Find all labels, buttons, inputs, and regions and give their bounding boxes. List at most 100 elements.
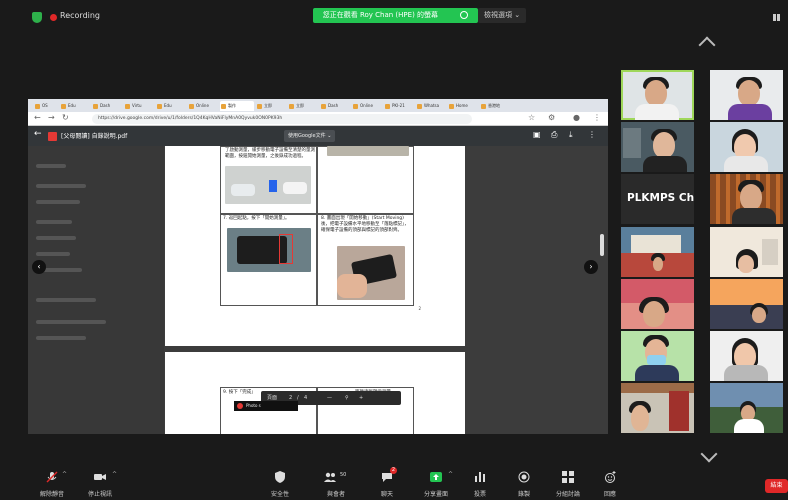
step-top-text: 了啟動測量，緩步移動電子設備至清楚的量測範圍，按鈕開始測量，之後錄成功過程。 [225,148,315,159]
browser-menu-icon[interactable]: ⋮ [593,113,601,122]
step-7-photo [227,228,311,272]
breakout-rooms-button[interactable]: 分組討論 [550,466,586,500]
reactions-button[interactable]: 回應 [596,466,624,500]
pdf-close-arrow-icon[interactable]: ← [34,129,42,139]
browser-tab[interactable]: Dash [92,101,122,111]
browser-tab-active[interactable]: 製作 [220,101,254,111]
participants-button[interactable]: 50 與會者 [316,466,356,500]
download-toast[interactable]: Photo s [234,401,298,411]
participant-video-tile[interactable] [710,383,783,433]
audio-options-caret-icon[interactable]: ^ [62,471,67,478]
participants-label: 與會者 [326,491,345,498]
pause-share-icon[interactable] [773,14,780,21]
video-options-caret-icon[interactable]: ^ [112,471,117,478]
share-options-caret-icon[interactable]: ^ [448,471,453,478]
browser-tab[interactable]: OS [34,101,58,111]
participants-icon [324,472,336,482]
url-field[interactable]: https://drive.google.com/drive/u/1/folde… [92,114,472,124]
drive-sidebar-dimmed [28,146,164,434]
stop-video-label: 停止視訊 [87,491,112,498]
participant-video-tile[interactable] [710,122,783,172]
participant-video-tile[interactable] [710,174,783,224]
collapse-gallery-chevron-up-icon[interactable] [698,36,716,54]
unmute-label: 解除靜音 [39,491,64,498]
meeting-controls-toolbar: ^ 解除靜音 ^ 停止視訊 安全性 50 與會者 2 聊天 ^ 分享畫面 投票 … [0,466,788,500]
step-8-photo [337,246,405,300]
zoom-meeting-window: Recording 您正在觀看 Roy Chan (HPE) 的螢幕 檢視選項 … [0,0,788,500]
zoom-magnifier-icon[interactable]: ⚲ [345,391,349,405]
browser-tab[interactable]: 香港地 [480,101,514,111]
security-button[interactable]: 安全性 [262,466,298,500]
reload-icon[interactable]: ↻ [62,113,69,122]
browser-tab[interactable]: 立即 [288,101,318,111]
recording-label: Recording [60,11,101,20]
breakout-rooms-icon [562,471,574,483]
open-with-button[interactable]: 使用Google文件 ⌄ [284,130,336,142]
participant-video-tile[interactable] [621,383,694,433]
browser-tab[interactable]: Whatsa [416,101,446,111]
profile-icon[interactable]: ● [573,113,580,122]
zoom-in-icon[interactable]: + [359,391,363,405]
bookmark-star-icon[interactable]: ☆ [528,113,535,122]
view-options-button[interactable]: 檢視選項 ⌄ [478,8,527,23]
back-arrow-icon[interactable]: ← [34,113,41,122]
add-comment-icon[interactable]: ▣ [533,130,543,140]
browser-tab[interactable]: PKI-21 [384,101,414,111]
security-shield-icon[interactable] [32,12,42,23]
bar-chart-icon [475,472,485,482]
participant-video-tile[interactable] [710,331,783,381]
download-icon[interactable]: ⤓ [569,130,579,140]
zoom-out-icon[interactable]: — [327,391,332,405]
recording-dot-icon [50,14,57,21]
share-banner-text: 您正在觀看 Roy Chan (HPE) 的螢幕 [322,11,439,19]
expand-gallery-chevron-down-icon[interactable] [700,445,718,463]
browser-tab[interactable]: Edu [60,101,90,111]
share-screen-icon [430,472,442,482]
extensions-icon[interactable]: ⚙ [548,113,555,122]
participant-name: PLKMPS Cha... [627,192,694,204]
participant-video-tile[interactable] [621,70,694,120]
browser-tab[interactable]: Virtu [124,101,154,111]
step-7-text: 7. 返回起點，按下「開始測量」。 [223,216,290,221]
previous-file-button[interactable]: ‹ [32,260,46,274]
reactions-label: 回應 [603,491,616,498]
unmute-button[interactable]: ^ 解除靜音 [34,466,70,500]
participant-video-tile[interactable] [621,331,694,381]
shared-screen: OS Edu Dash Virtu Edu Online 製作 立即 立即 Da… [28,99,608,434]
record-button[interactable]: 錄製 [510,466,538,500]
browser-tab[interactable]: Edu [156,101,186,111]
more-actions-icon[interactable]: ⋮ [588,130,598,140]
print-icon[interactable]: ⎙ [551,130,561,140]
muted-mic-icon [46,471,58,483]
chat-unread-badge: 2 [390,467,397,474]
pdf-viewer-toolbar: ← [父母閱讀] 自錄說明.pdf 使用Google文件 ⌄ ▣ ⎙ ⤓ ⋮ [28,126,608,146]
participant-video-tile[interactable] [710,70,783,120]
table-cell [317,146,414,214]
browser-tab[interactable]: Home [448,101,478,111]
forward-arrow-icon[interactable]: → [48,113,55,122]
chat-label: 聊天 [380,491,393,498]
next-file-button[interactable]: › [584,260,598,274]
total-pages: 4 [304,395,308,401]
participant-video-tile[interactable] [710,227,783,277]
pdf-file-icon [48,132,57,141]
chat-button[interactable]: 2 聊天 [372,466,402,500]
browser-tab[interactable]: Dash [320,101,350,111]
browser-tab[interactable]: Online [188,101,218,111]
step-photo [327,146,409,156]
pdf-scrollbar[interactable] [600,234,604,256]
end-meeting-button[interactable]: 結束 [765,479,788,493]
polls-button[interactable]: 投票 [466,466,494,500]
participant-video-tile[interactable] [710,279,783,329]
participant-video-tile[interactable] [621,279,694,329]
participant-video-tile[interactable] [621,122,694,172]
step-photo [225,166,311,204]
participant-video-tile[interactable] [621,227,694,277]
browser-tab[interactable]: 立即 [256,101,286,111]
share-screen-button[interactable]: ^ 分享畫面 [416,466,456,500]
security-label: 安全性 [270,491,289,498]
browser-tab[interactable]: Online [352,101,382,111]
participant-name-tile[interactable]: PLKMPS Cha... [621,174,694,224]
video-camera-icon [94,474,106,480]
stop-video-button[interactable]: ^ 停止視訊 [80,466,120,500]
